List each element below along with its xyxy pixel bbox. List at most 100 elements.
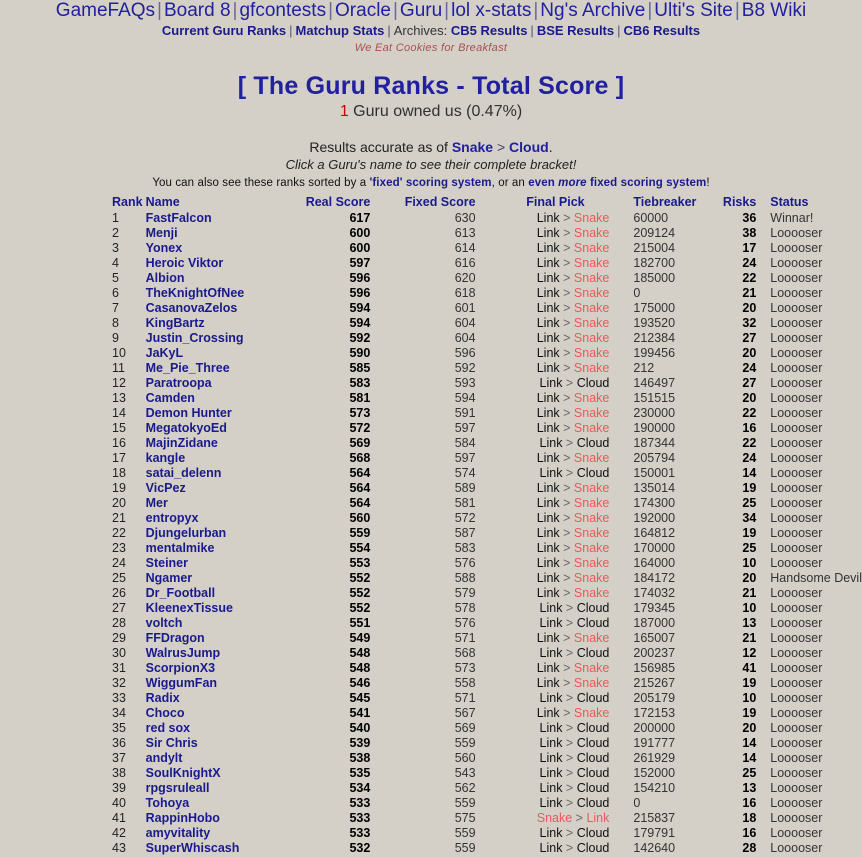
fixed-scoring-link[interactable]: 'fixed' scoring system [370,177,492,189]
cell-rank: 19 [112,481,126,495]
table-row: 9 Justin_Crossing 592 604 Link > Snake 212384… [112,331,862,346]
guru-name-link[interactable]: Ngamer [146,571,193,585]
guru-name-link[interactable]: TheKnightOfNee [146,286,245,300]
guru-name-link[interactable]: Paratroopa [146,376,212,390]
column-header-status[interactable]: Status [764,195,862,211]
guru-name-link[interactable]: Me_Pie_Three [146,361,230,375]
column-header-risks[interactable]: Risks [715,195,764,211]
cell-final-pick: Link > Snake [502,241,634,256]
guru-name-link[interactable]: KleenexTissue [146,601,233,615]
nav-link-gamefaqs[interactable]: GameFAQs [56,0,155,21]
guru-name-link[interactable]: Justin_Crossing [146,331,244,345]
subnav-link-current-guru-ranks[interactable]: Current Guru Ranks [162,23,286,38]
nav-link-guru[interactable]: Guru [400,0,442,21]
guru-name-link[interactable]: WiggumFan [146,676,217,690]
guru-name-link[interactable]: SoulKnightX [146,766,221,780]
final-pick-left: Link [536,391,560,405]
guru-name-link[interactable]: SuperWhiscash [146,841,240,855]
guru-name-link[interactable]: FastFalcon [146,211,212,225]
cell-fixed-score: 593 [454,376,476,390]
final-pick-right: Link [586,811,610,825]
cell-status: Looooser [770,436,823,450]
accurate-right-link[interactable]: Cloud [509,139,549,155]
final-pick-separator: > [562,736,577,750]
guru-name-link[interactable]: entropyx [146,511,199,525]
guru-name-link[interactable]: JaKyL [146,346,184,360]
column-header-name[interactable]: Name [146,195,291,211]
ranks-table-wrapper: Rank Name Real Score Fixed Score Final P… [0,191,862,857]
guru-name-link[interactable]: mentalmike [146,541,215,555]
guru-name-link[interactable]: satai_delenn [146,466,222,480]
cell-rank: 43 [112,841,126,855]
guru-name-link[interactable]: Choco [146,706,185,720]
guru-name-link[interactable]: kangle [146,451,186,465]
table-row: 24 Steiner 553 576 Link > Snake 164000 10 Loooo… [112,556,862,571]
guru-name-link[interactable]: voltch [146,616,183,630]
guru-name-link[interactable]: Albion [146,271,185,285]
guru-name-link[interactable]: amyvitality [146,826,211,840]
column-header-rank[interactable]: Rank [112,195,146,211]
nav-link-b8-wiki[interactable]: B8 Wiki [742,0,806,21]
cell-real-score: 573 [349,406,371,420]
guru-name-link[interactable]: red sox [146,721,190,735]
even-more-fixed-scoring-link[interactable]: even more fixed scoring system [528,177,706,189]
guru-name-link[interactable]: rpgsruleall [146,781,210,795]
guru-name-link[interactable]: andylt [146,751,183,765]
cell-name: SuperWhiscash [146,841,291,856]
final-pick-left: Link [536,556,560,570]
guru-name-link[interactable]: Radix [146,691,180,705]
final-pick-right: Cloud [576,796,610,810]
guru-name-link[interactable]: Steiner [146,556,188,570]
subnav-link-matchup-stats[interactable]: Matchup Stats [296,23,385,38]
nav-link-oracle[interactable]: Oracle [335,0,391,21]
cell-name: Menji [146,226,291,241]
archive-link-cb5-results[interactable]: CB5 Results [451,23,528,38]
guru-name-link[interactable]: Camden [146,391,195,405]
nav-link-ng-s-archive[interactable]: Ng's Archive [540,0,645,21]
final-pick-left: Link [536,241,560,255]
final-pick-separator: > [559,451,574,465]
accurate-left-link[interactable]: Snake [452,139,493,155]
guru-name-link[interactable]: Mer [146,496,168,510]
guru-name-link[interactable]: Menji [146,226,178,240]
cell-final-pick: Snake > Link [502,811,634,826]
guru-name-link[interactable]: Sir Chris [146,736,198,750]
guru-name-link[interactable]: MegatokyoEd [146,421,227,435]
guru-name-link[interactable]: CasanovaZelos [146,301,238,315]
guru-name-link[interactable]: Tohoya [146,796,190,810]
final-pick-left: Link [536,451,560,465]
guru-name-link[interactable]: RappinHobo [146,811,220,825]
page-root: GameFAQs | Board 8 | gfcontests | Oracle | Guru |… [0,0,862,857]
column-header-fixed-score[interactable]: Fixed Score [398,195,501,211]
guru-name-link[interactable]: FFDragon [146,631,205,645]
column-header-final-pick[interactable]: Final Pick [502,195,634,211]
final-pick-left: Link [539,601,563,615]
guru-name-link[interactable]: Heroic Viktor [146,256,224,270]
archive-link-bse-results[interactable]: BSE Results [537,23,614,38]
guru-name-link[interactable]: Demon Hunter [146,406,232,420]
guru-name-link[interactable]: MajinZidane [146,436,218,450]
cell-fixed-score: 567 [454,706,476,720]
final-pick-right: Snake [573,256,610,270]
cell-rank: 9 [112,331,119,345]
guru-name-link[interactable]: VicPez [146,481,186,495]
final-pick-separator: > [559,271,574,285]
guru-name-link[interactable]: Djungelurban [146,526,227,540]
guru-name-link[interactable]: WalrusJump [146,646,221,660]
archive-link-cb6-results[interactable]: CB6 Results [624,23,701,38]
nav-link-lol-x-stats[interactable]: lol x-stats [451,0,531,21]
final-pick-left: Link [536,286,560,300]
column-header-real-score[interactable]: Real Score [290,195,398,211]
nav-link-ulti-s-site[interactable]: Ulti's Site [654,0,733,21]
final-pick-right: Cloud [576,646,610,660]
guru-name-link[interactable]: ScorpionX3 [146,661,215,675]
guru-name-link[interactable]: Dr_Football [146,586,215,600]
nav-link-gfcontests[interactable]: gfcontests [239,0,326,21]
cell-real-score: 535 [349,766,371,780]
cell-tiebreaker: 135014 [633,481,676,495]
cell-status: Looooser [770,736,823,750]
nav-link-board-8[interactable]: Board 8 [164,0,231,21]
column-header-tiebreaker[interactable]: Tiebreaker [633,195,715,211]
guru-name-link[interactable]: KingBartz [146,316,205,330]
guru-name-link[interactable]: Yonex [146,241,183,255]
